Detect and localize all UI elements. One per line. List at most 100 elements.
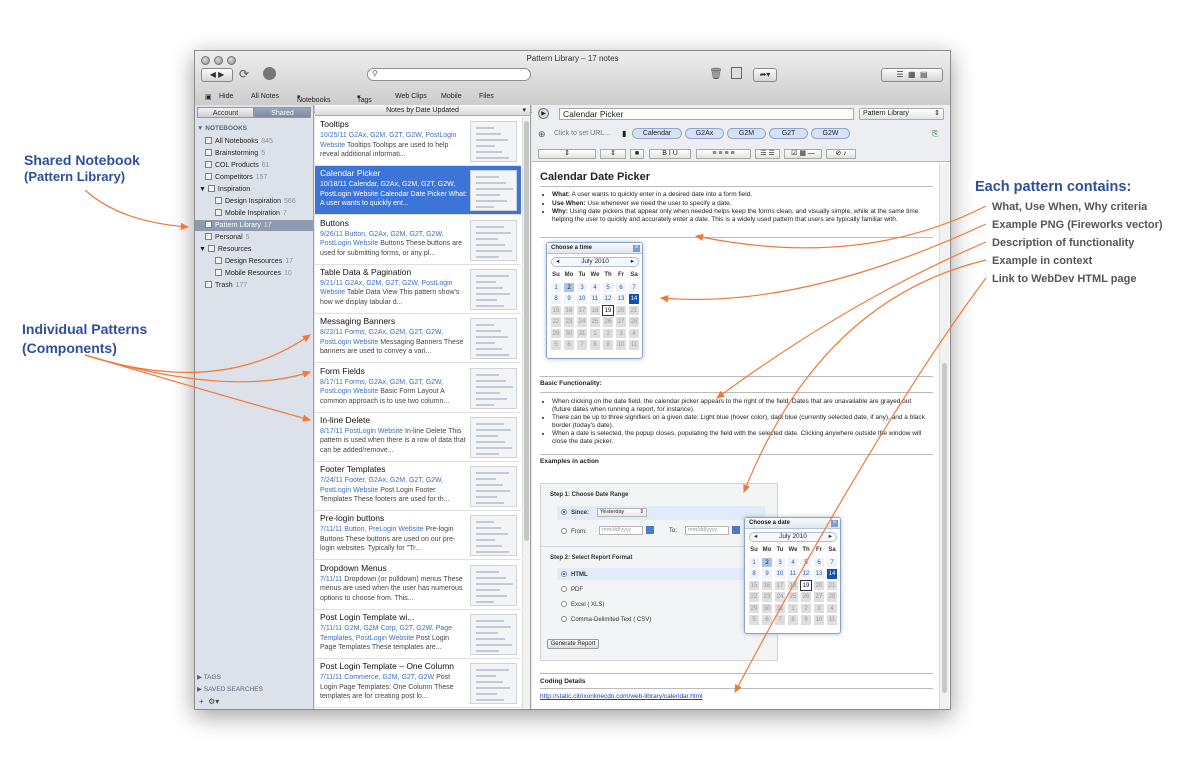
sidebar-item-brainstorming[interactable]: Brainstorming 5 [205,148,265,159]
tags-menu[interactable]: Tags ▾ [357,93,372,104]
notes-sort-header[interactable]: Notes by Date Updated ▾ [315,105,530,116]
font-select[interactable]: ⇕ [538,149,596,159]
from-date-input[interactable]: mm/dd/yyyy [599,526,643,535]
note-item[interactable]: Table Data & Pagination 9/21/11 G2Ax, G2M… [315,265,521,314]
note-item[interactable]: Pre-login buttons 7/11/11 Button, PreLogi… [315,511,521,561]
tags-header[interactable]: ▶ TAGS [197,673,221,681]
calendar-day[interactable]: 4 [589,281,601,293]
activity-icon[interactable] [263,67,276,80]
generate-report-button[interactable]: Generate Report [547,639,599,649]
files-button[interactable]: Files [479,93,494,100]
calendar-day[interactable]: 10 [774,568,786,580]
format-csv[interactable]: Comma-Delimited Text ( CSV) [561,616,651,623]
hide-button[interactable]: Hide [219,93,233,100]
color-swatch[interactable]: ■ [630,149,644,159]
note-item[interactable]: Post Login Template wi... 7/11/11 G2M, G2… [315,610,521,659]
calendar-day[interactable]: 2 [761,556,773,568]
note-item[interactable]: In-line Delete 8/17/11 PostLogin Website … [315,413,521,462]
calendar-day[interactable]: 10 [576,293,588,305]
format-xls[interactable]: Excel ( XLS) [561,601,604,608]
bold-italic-underline[interactable]: B I U [649,149,691,159]
tab-account[interactable]: Account [197,107,254,118]
calendar-day[interactable]: 5 [602,281,614,293]
editor-scrollbar[interactable] [939,163,949,709]
back-forward-button[interactable]: ◀ ▶ [201,68,233,82]
calendar-day[interactable]: 1 [550,281,562,293]
sidebar-item-personal[interactable]: Personal 5 [205,232,250,243]
sidebar-item-pattern-library[interactable]: Pattern Library 17 [195,220,313,231]
calendar-icon[interactable] [646,526,654,534]
notebook-select[interactable]: Pattern Library ⇕ [859,108,944,120]
calendar-day[interactable]: 3 [576,281,588,293]
notebooks-menu[interactable]: Notebooks ▾ [297,93,330,104]
calendar-day[interactable]: 7 [826,556,838,568]
notes-scrollbar[interactable] [522,117,530,709]
calendar-day[interactable]: 14 [826,568,838,580]
attach-icon[interactable]: ⎘ [932,129,938,139]
sync-icon[interactable]: ⟳ [239,67,249,81]
calendar-day[interactable]: 14 [628,293,640,305]
note-item[interactable]: Footer Templates 7/24/11 Footer, G2Ax, G2… [315,462,521,512]
note-item[interactable]: Messaging Banners 8/22/11 Forms, G2Ax, G2… [315,314,521,364]
note-item[interactable]: Dropdown Menus 7/11/11 Dropdown (or pulld… [315,561,521,610]
tag-g2m[interactable]: G2M [727,128,766,139]
tab-shared[interactable]: Shared [254,107,311,118]
webdev-link[interactable]: http://static.citrixonlinecdn.com/web-li… [540,693,703,700]
note-title-field[interactable]: Calendar Picker [559,108,854,120]
calendar-day[interactable]: 13 [813,568,825,580]
since-select[interactable]: Yesterday ⇕ [597,508,647,517]
sidebar-item-col-products[interactable]: COL Products 61 [205,160,270,171]
calendar-day[interactable]: 12 [602,293,614,305]
tag-g2t[interactable]: G2T [769,128,808,139]
note-item[interactable]: Calendar Picker 10/18/11 Calendar, G2Ax, … [315,166,521,216]
sidebar-item-design-resources[interactable]: Design Resources 17 [215,256,293,267]
calendar-day[interactable]: 13 [615,293,627,305]
checkbox-table-buttons[interactable]: ☑ ▦ — [784,149,822,159]
sidebar-item-competitors[interactable]: Competitors 157 [205,172,267,183]
attach-record-buttons[interactable]: ⊘ ♪ [826,149,856,159]
note-item[interactable]: Buttons 9/26/11 Button, G2Ax, G2M, G2T, G… [315,216,521,265]
note-item[interactable]: Post Login Template – One Column 7/11/11 … [315,659,521,709]
calendar-day[interactable]: 6 [615,281,627,293]
notes-copy-icon[interactable] [731,67,742,79]
format-html[interactable]: HTML [561,571,588,578]
calendar-day[interactable]: 6 [813,556,825,568]
tag-g2ax[interactable]: G2Ax [685,128,724,139]
format-pdf[interactable]: PDF [561,586,583,593]
play-icon[interactable]: ▶ [538,108,549,119]
tag-calendar[interactable]: Calendar [632,128,682,139]
sidebar-item-mobile-inspiration[interactable]: Mobile Inspiration 7 [215,208,287,219]
mobile-button[interactable]: Mobile [441,93,462,100]
hide-icon[interactable]: ▣ [205,93,212,101]
search-input[interactable]: ⚲ [367,68,531,81]
sidebar-item-resources[interactable]: ▼ Resources [199,244,251,255]
size-select[interactable]: ⇕ [600,149,626,159]
to-date-input[interactable]: mm/dd/yyyy [685,526,729,535]
sidebar-item-trash[interactable]: Trash 177 [205,280,247,291]
view-switcher[interactable]: ☰ ▦ ▤ [881,68,943,82]
trash-icon[interactable]: 🗑 [709,67,723,80]
sidebar-item-design-inspiration[interactable]: Design Inspiration 566 [215,196,296,207]
calendar-day[interactable]: 9 [761,568,773,580]
calendar-day[interactable]: 4 [787,556,799,568]
calendar-day[interactable]: 11 [787,568,799,580]
saved-searches-header[interactable]: ▶ SAVED SEARCHES [197,685,263,693]
calendar-day[interactable]: 8 [748,568,760,580]
calendar-day[interactable]: 11 [589,293,601,305]
calendar-day[interactable]: 3 [774,556,786,568]
calendar-day[interactable]: 7 [628,281,640,293]
calendar-day[interactable]: 5 [800,556,812,568]
all-notes-button[interactable]: All Notes [251,93,279,100]
note-item[interactable]: Tooltips 10/25/11 G2Ax, G2M, G2T, G2W, Po… [315,117,521,166]
web-clips-button[interactable]: Web Clips [395,93,427,100]
add-notebook-button[interactable]: + ⚙▾ [199,697,219,706]
alignment-buttons[interactable]: ≡ ≡ ≡ ≡ [696,149,751,159]
notebooks-header[interactable]: ▼ NOTEBOOKS [197,125,247,132]
note-item[interactable]: Form Fields 8/17/11 Forms, G2Ax, G2M, G2T… [315,364,521,413]
list-buttons[interactable]: ☰ ☰ [755,149,780,159]
calendar-icon[interactable] [732,526,740,534]
sidebar-item-inspiration[interactable]: ▼ Inspiration [199,184,250,195]
url-field[interactable]: Click to set URL... [554,130,610,137]
calendar-day[interactable]: 12 [800,568,812,580]
share-button[interactable]: ➦▾ [753,68,777,82]
